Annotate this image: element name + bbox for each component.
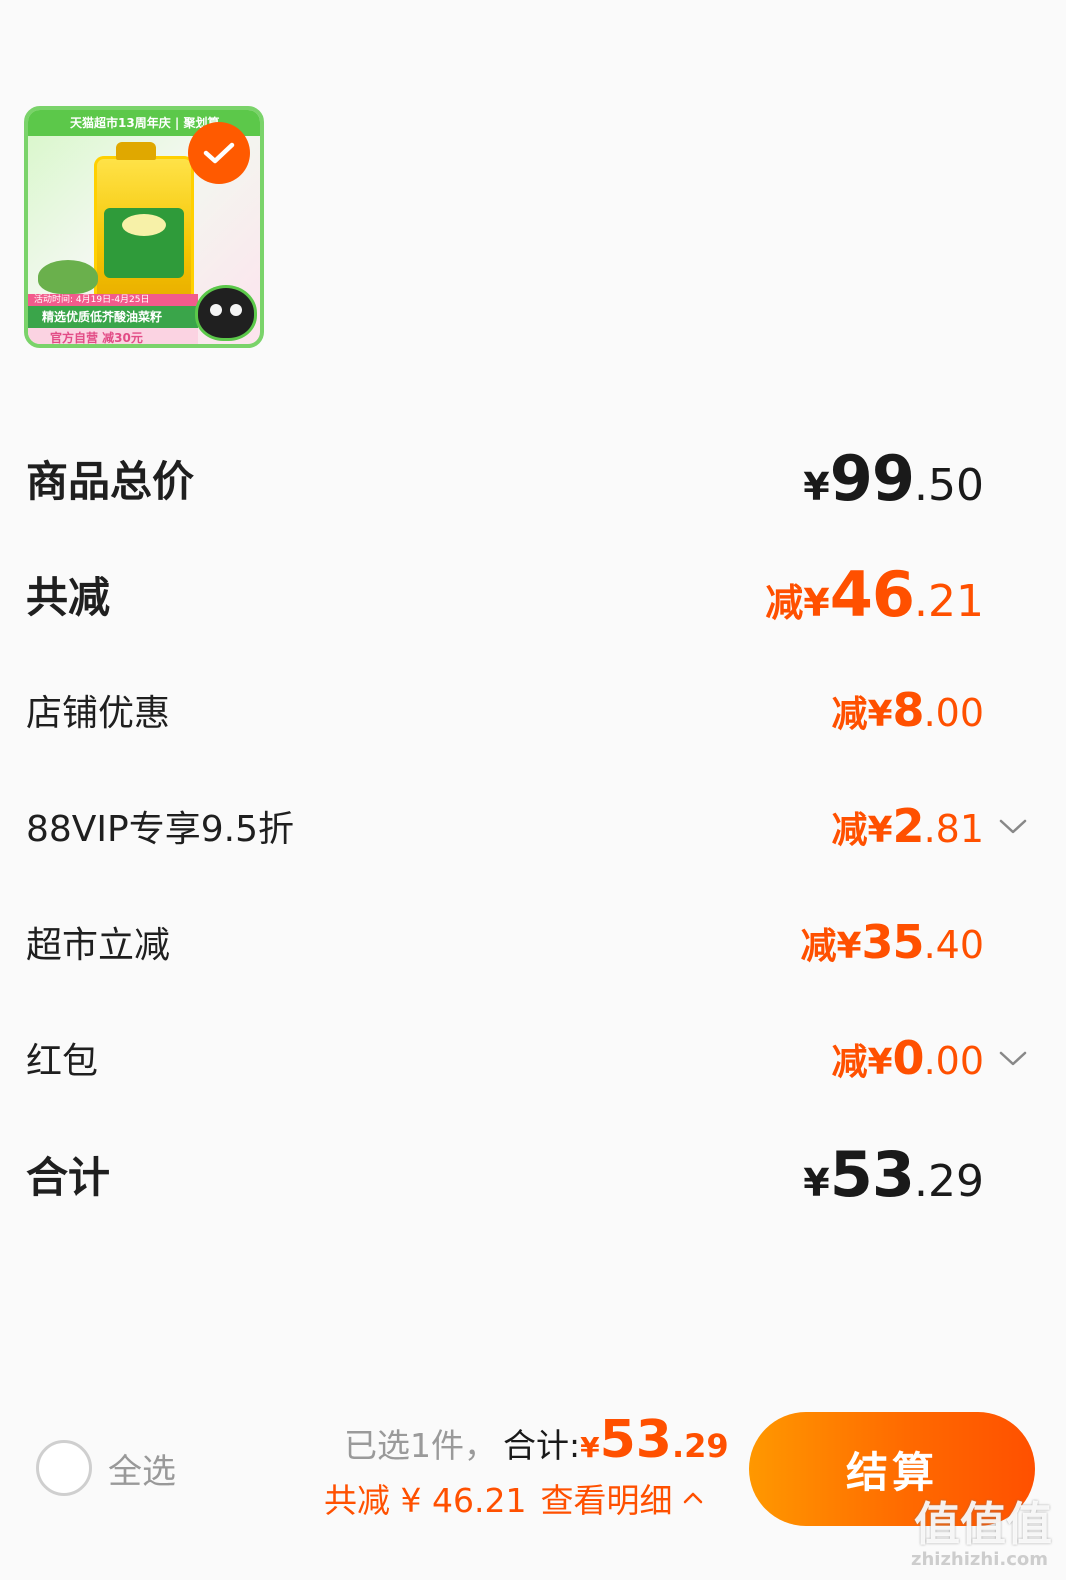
discount-prefix: 减¥: [831, 694, 893, 735]
promo-title: 精选优质低芥酸油菜籽: [28, 306, 198, 328]
grand-total-label: 合计: [26, 1152, 111, 1202]
currency-symbol: ¥: [803, 464, 830, 509]
vegetables-image: [38, 260, 98, 294]
promo-discount: 官方自营 减30元: [28, 328, 198, 344]
currency-symbol: ¥: [803, 1160, 830, 1205]
oil-bottle-image: [94, 142, 194, 314]
total-discount-amount: 减¥ 46 .21: [765, 558, 984, 631]
amount-dec: .00: [923, 691, 984, 735]
amount-int: 99: [829, 441, 915, 515]
tmall-cat-mascot: [198, 288, 254, 338]
discount-prefix: 减¥: [831, 810, 893, 851]
row-shop-discount: 店铺优惠 减¥ 8 .00: [26, 670, 1066, 750]
amount-int: 35: [861, 915, 925, 969]
amount-dec: .21: [914, 575, 984, 627]
goods-total-label: 商品总价: [26, 456, 195, 506]
summary-total-line: 已选1件， 合计: ¥ 53 .29: [344, 1410, 729, 1470]
total-label: 合计:: [503, 1426, 581, 1465]
amount-dec: .81: [923, 807, 984, 851]
currency-symbol: ¥: [580, 1431, 600, 1464]
market-discount-amount: 减¥ 35 .40: [800, 915, 984, 969]
details-link-text[interactable]: 查看明细: [540, 1474, 672, 1522]
amount-int: 8: [892, 683, 925, 737]
amount-int: 0: [892, 1031, 925, 1085]
bottle-cap: [116, 142, 156, 160]
red-packet-label: 红包: [26, 1041, 99, 1082]
chevron-down-icon[interactable]: [998, 816, 1028, 836]
shop-discount-label: 店铺优惠: [26, 693, 171, 734]
total-discount-label: 共减: [26, 572, 111, 622]
grand-total-amount: ¥ 53 .29: [803, 1138, 984, 1211]
bottle-label: [104, 208, 184, 278]
row-total-discount: 共减 减¥ 46 .21: [26, 554, 1066, 634]
red-packet-amount: 减¥ 0 .00: [831, 1031, 984, 1085]
amount-int: 53: [599, 1410, 672, 1470]
market-discount-label: 超市立减: [26, 925, 171, 966]
discount-summary: 共减 ¥ 46.21: [324, 1481, 527, 1520]
discount-prefix: 减¥: [765, 580, 830, 625]
amount-int: 2: [892, 799, 925, 853]
watermark-logo: 值值值: [914, 1497, 1052, 1551]
row-vip-discount[interactable]: 88VIP专享9.5折 减¥ 2 .81: [26, 786, 1066, 866]
amount-dec: .40: [923, 923, 984, 967]
goods-total-amount: ¥ 99 .50: [803, 442, 984, 515]
amount-dec: .29: [914, 1155, 984, 1207]
brand-logo: [122, 214, 166, 236]
promo-date: 活动时间: 4月19日-4月25日: [28, 294, 198, 306]
selected-count: 已选1件，: [344, 1426, 497, 1465]
vip-discount-label: 88VIP专享9.5折: [26, 809, 295, 850]
vip-discount-amount: 减¥ 2 .81: [831, 799, 984, 853]
row-goods-total: 商品总价 ¥ 99 .50: [26, 438, 1066, 518]
row-grand-total: 合计 ¥ 53 .29: [26, 1134, 1066, 1214]
discount-prefix: 减¥: [800, 926, 862, 967]
amount-dec: .00: [923, 1039, 984, 1083]
row-market-discount: 超市立减 减¥ 35 .40: [26, 902, 1066, 982]
row-red-packet[interactable]: 红包 减¥ 0 .00: [26, 1018, 1066, 1098]
chevron-down-icon[interactable]: [998, 1048, 1028, 1068]
view-details-link[interactable]: 共减 ¥ 46.21 查看明细: [324, 1474, 704, 1522]
item-selected-checkmark-icon[interactable]: [188, 122, 250, 184]
shop-discount-amount: 减¥ 8 .00: [831, 683, 984, 737]
chevron-up-icon[interactable]: [682, 1491, 704, 1505]
select-all-label[interactable]: 全选: [108, 1444, 176, 1493]
amount-dec: .29: [671, 1427, 729, 1465]
watermark-url: zhizhizhi.com: [910, 1549, 1048, 1570]
bottom-total-amount: ¥ 53 .29: [580, 1410, 729, 1470]
amount-int: 46: [829, 557, 915, 631]
amount-dec: .50: [914, 459, 984, 511]
discount-prefix: 减¥: [831, 1042, 893, 1083]
amount-int: 53: [829, 1137, 915, 1211]
select-all-radio[interactable]: [36, 1440, 92, 1496]
